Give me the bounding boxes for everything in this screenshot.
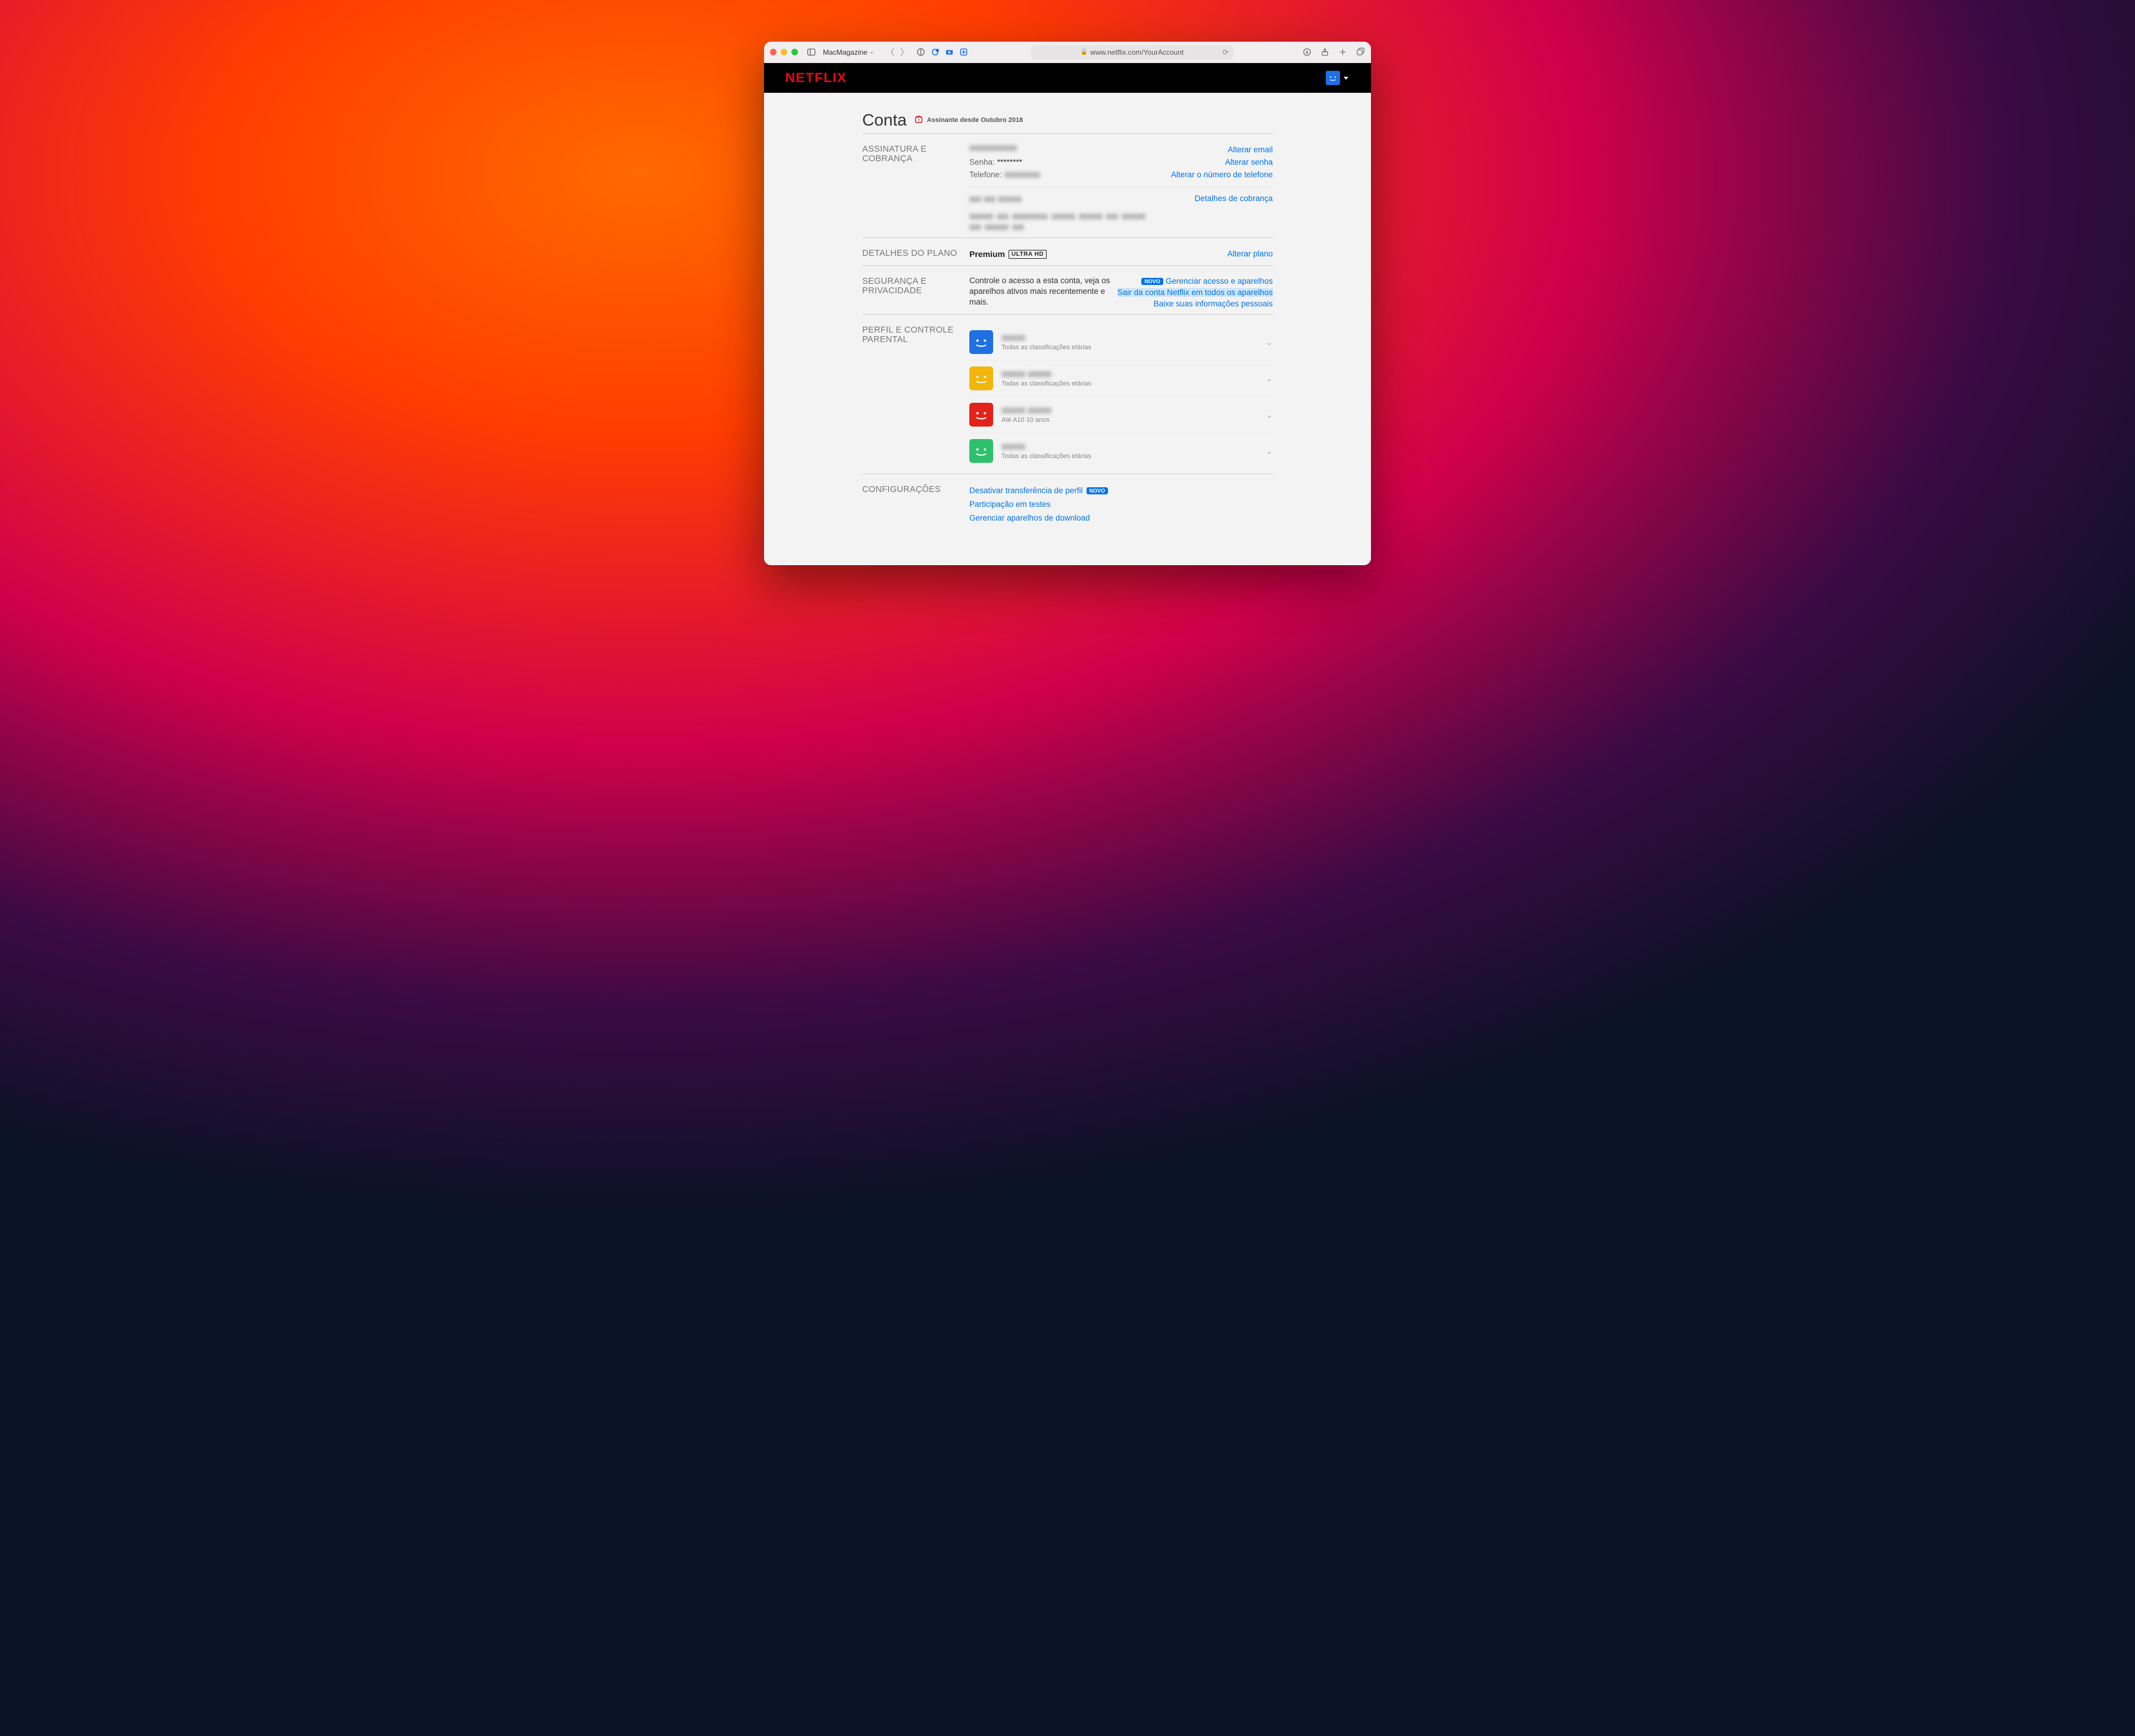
tab-title[interactable]: MacMagazine ⌄: [823, 48, 874, 57]
plan-name: Premium ULTRA HD: [969, 249, 1047, 259]
caret-down-icon: [1344, 77, 1348, 80]
tab-overview-icon[interactable]: [1355, 48, 1365, 57]
profile-avatar: [969, 366, 993, 390]
profile-avatar: [969, 403, 993, 427]
netflix-header: NETFLIX: [764, 63, 1371, 93]
minimize-window-button[interactable]: [781, 49, 787, 55]
section-security: SEGURANÇA E PRIVACIDADE Controle o acess…: [862, 265, 1273, 314]
profile-avatar: [969, 330, 993, 354]
chevron-down-icon: ⌄: [869, 49, 874, 55]
redacted-billing-line-2: [969, 222, 1273, 233]
extension-icon-2[interactable]: [959, 48, 968, 57]
lock-icon: 🔒: [1081, 49, 1088, 55]
change-phone-link[interactable]: Alterar o número de telefone: [1171, 170, 1273, 179]
redacted-billing-line-1: [969, 211, 1273, 222]
member-since-text: Assinante desde Outubro 2018: [927, 117, 1023, 124]
address-bar[interactable]: 🔒 www.netflix.com/YourAccount ⟳: [1031, 45, 1234, 59]
profile-rating: Todas as classificações etárias: [1001, 380, 1266, 387]
profile-name: [1001, 406, 1266, 415]
profile-avatar: [969, 439, 993, 463]
page-title: Conta: [862, 111, 907, 130]
new-tab-icon[interactable]: [1338, 48, 1347, 57]
header-avatar: [1326, 71, 1340, 85]
url-text: www.netflix.com/YourAccount: [1090, 48, 1184, 57]
section-settings: CONFIGURAÇÕES Desativar transferência de…: [862, 474, 1273, 529]
section-profiles: PERFIL E CONTROLE PARENTAL Todas as clas…: [862, 314, 1273, 474]
profile-rating: Até A10 10 anos: [1001, 416, 1266, 424]
profile-name: [1001, 443, 1266, 452]
section-label-profiles: PERFIL E CONTROLE PARENTAL: [862, 324, 969, 469]
profile-rating: Todas as classificações etárias: [1001, 344, 1266, 351]
section-plan: DETALHES DO PLANO Premium ULTRA HD Alter…: [862, 237, 1273, 265]
page-content: Conta Assinante desde Outubro 2018 ASSIN…: [764, 93, 1371, 565]
billing-details-link[interactable]: Detalhes de cobrança: [1195, 194, 1273, 203]
camera-icon[interactable]: [944, 48, 954, 57]
share-icon[interactable]: [1320, 48, 1329, 57]
shield-icon[interactable]: [916, 48, 925, 57]
download-info-link[interactable]: Baixe suas informações pessoais: [1154, 299, 1273, 308]
profile-row[interactable]: Todas as classificações etárias ⌄: [969, 324, 1273, 360]
close-window-button[interactable]: [770, 49, 777, 55]
member-since-badge: Assinante desde Outubro 2018: [914, 115, 1023, 126]
profile-menu[interactable]: [1326, 71, 1348, 85]
sidebar-icon[interactable]: [806, 48, 816, 57]
reload-icon[interactable]: ⟳: [1222, 48, 1228, 57]
manage-access-link[interactable]: NOVOGerenciar acesso e aparelhos: [1117, 275, 1273, 287]
section-membership: ASSINATURA E COBRANÇA Alterar email Senh…: [862, 133, 1273, 237]
profile-rating: Todas as classificações etárias: [1001, 453, 1266, 460]
profile-row[interactable]: Todas as classificações etárias ⌄: [969, 360, 1273, 396]
chevron-down-icon: ⌄: [1266, 337, 1273, 347]
netflix-logo[interactable]: NETFLIX: [785, 70, 847, 86]
novo-badge: NOVO: [1141, 278, 1163, 285]
safari-toolbar: MacMagazine ⌄ 〈 〉 🔒 www.netflix.com/Your…: [764, 42, 1371, 63]
change-password-link[interactable]: Alterar senha: [1225, 158, 1273, 167]
sign-out-all-link[interactable]: Sair da conta Netflix em todos os aparel…: [1117, 288, 1273, 297]
security-description: Controle o acesso a esta conta, veja os …: [969, 275, 1112, 309]
test-participation-link[interactable]: Participação em testes: [969, 497, 1273, 511]
manage-download-devices-link[interactable]: Gerenciar aparelhos de download: [969, 511, 1273, 525]
window-controls[interactable]: [770, 49, 798, 55]
chevron-down-icon: ⌄: [1266, 374, 1273, 384]
extension-icon-1[interactable]: [930, 48, 940, 57]
password-value: ********: [997, 158, 1022, 167]
section-label-security: SEGURANÇA E PRIVACIDADE: [862, 275, 969, 309]
disable-profile-transfer-link[interactable]: Desativar transferência de perfil NOVO: [969, 484, 1273, 497]
maximize-window-button[interactable]: [791, 49, 798, 55]
profile-row[interactable]: Até A10 10 anos ⌄: [969, 396, 1273, 433]
section-label-settings: CONFIGURAÇÕES: [862, 484, 969, 525]
downloads-icon[interactable]: [1302, 48, 1311, 57]
chevron-down-icon: ⌄: [1266, 446, 1273, 456]
back-button[interactable]: 〈: [884, 46, 897, 58]
tab-title-text: MacMagazine: [823, 48, 868, 57]
novo-badge-settings: NOVO: [1087, 487, 1109, 494]
redacted-phone: [1004, 172, 1040, 178]
profile-name: [1001, 334, 1266, 343]
phone-label: Telefone:: [969, 170, 1002, 179]
ultra-hd-badge: ULTRA HD: [1009, 250, 1047, 259]
member-since-icon: [914, 115, 924, 126]
redacted-email: [969, 145, 1017, 151]
forward-button[interactable]: 〉: [898, 46, 911, 58]
profile-row[interactable]: Todas as classificações etárias ⌄: [969, 433, 1273, 469]
browser-window: MacMagazine ⌄ 〈 〉 🔒 www.netflix.com/Your…: [764, 42, 1371, 565]
profile-name: [1001, 370, 1266, 379]
password-label: Senha:: [969, 158, 995, 167]
change-email-link[interactable]: Alterar email: [1228, 145, 1273, 154]
chevron-down-icon: ⌄: [1266, 410, 1273, 420]
change-plan-link[interactable]: Alterar plano: [1227, 249, 1273, 258]
section-label-plan: DETALHES DO PLANO: [862, 247, 969, 261]
section-label-membership: ASSINATURA E COBRANÇA: [862, 143, 969, 233]
